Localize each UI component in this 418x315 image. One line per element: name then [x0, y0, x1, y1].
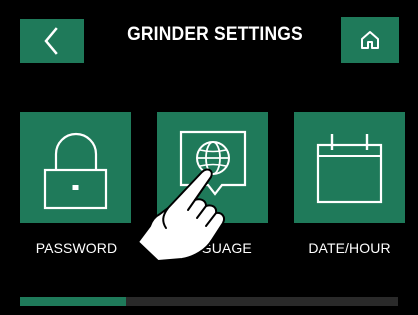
password-tile[interactable]	[20, 112, 131, 223]
home-button[interactable]	[341, 17, 399, 63]
date-hour-tile[interactable]	[294, 112, 405, 223]
chevron-left-icon	[44, 27, 58, 55]
home-icon	[361, 31, 379, 49]
grinder-settings-screen: GRINDER SETTINGS PASSWORD LANGUAGE DATE/…	[0, 0, 418, 315]
scroll-track[interactable]	[20, 297, 398, 306]
password-label: PASSWORD	[35, 240, 118, 256]
date-hour-label: DATE/HOUR	[308, 240, 391, 256]
back-button[interactable]	[20, 19, 84, 63]
lock-icon	[43, 132, 108, 210]
calendar-icon	[316, 134, 383, 204]
pointing-hand-icon	[137, 168, 226, 262]
page-title: GRINDER SETTINGS	[127, 24, 303, 45]
scroll-thumb[interactable]	[20, 297, 126, 306]
